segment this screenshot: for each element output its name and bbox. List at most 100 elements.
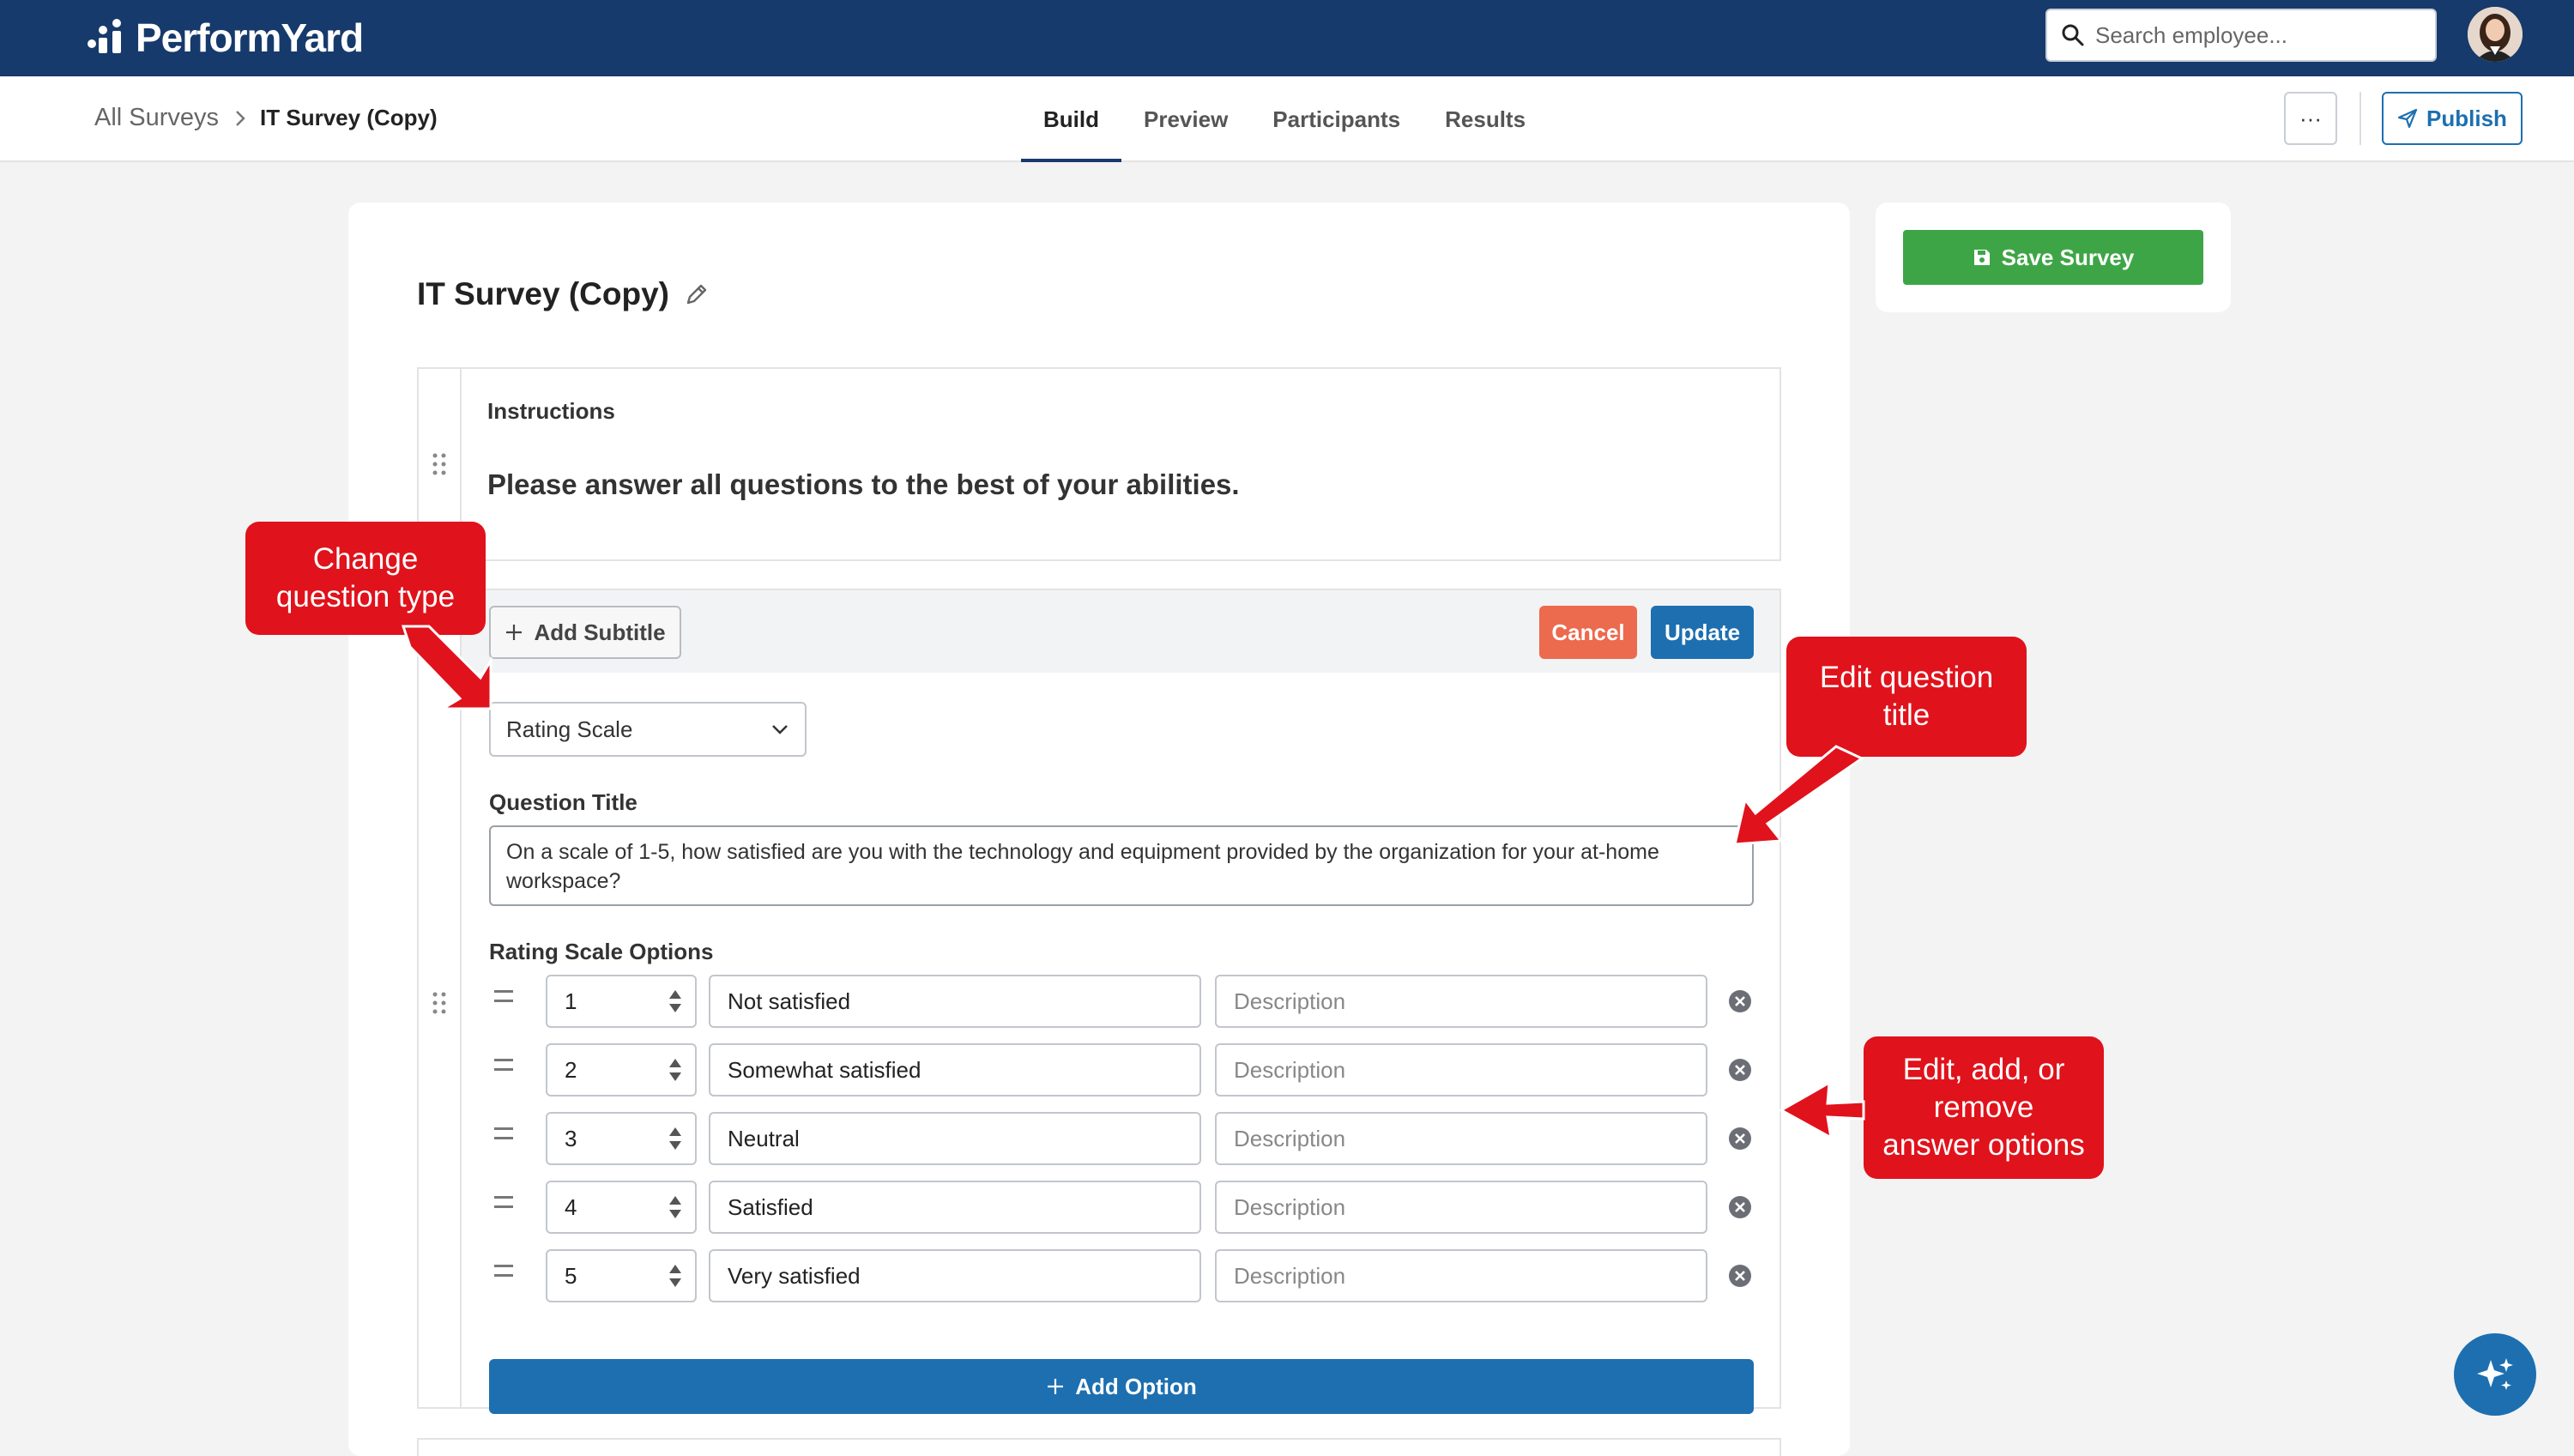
reorder-handle-icon[interactable]	[494, 990, 513, 1002]
chevron-right-icon	[236, 110, 245, 126]
reorder-handle-icon[interactable]	[494, 1059, 513, 1071]
add-subtitle-button[interactable]: Add Subtitle	[489, 606, 681, 659]
tab-build[interactable]: Build	[1021, 76, 1121, 162]
callout-edit-question-title: Edit question title	[1786, 637, 2027, 757]
list-item: 1 Not satisfied Description	[489, 975, 1754, 1028]
add-option-label: Add Option	[1075, 1373, 1197, 1399]
question-type-value: Rating Scale	[506, 716, 633, 742]
option-value-stepper[interactable]: 2	[546, 1043, 697, 1097]
list-item: 3 Neutral Description	[489, 1112, 1754, 1165]
spinner-arrows-icon[interactable]	[668, 988, 683, 1014]
tab-participants[interactable]: Participants	[1250, 76, 1423, 162]
callout-text: Edit question	[1819, 661, 1994, 694]
breadcrumb-all-surveys[interactable]: All Surveys	[94, 104, 219, 132]
option-label-input[interactable]: Not satisfied	[709, 975, 1201, 1028]
option-value-stepper[interactable]: 3	[546, 1112, 697, 1165]
spinner-arrows-icon[interactable]	[668, 1126, 683, 1151]
callout-text: answer options	[1882, 1128, 2085, 1162]
sparkles-icon	[2477, 1358, 2513, 1390]
question-type-select[interactable]: Rating Scale	[489, 702, 807, 757]
employee-search[interactable]	[2045, 9, 2437, 62]
ai-assistant-button[interactable]	[2454, 1333, 2536, 1416]
search-input[interactable]	[2095, 21, 2421, 49]
performyard-logo-icon	[88, 19, 121, 53]
app-name: PerformYard	[136, 15, 364, 60]
spinner-arrows-icon[interactable]	[668, 1263, 683, 1289]
top-navbar: PerformYard	[0, 0, 2574, 76]
instructions-text: Please answer all questions to the best …	[487, 468, 1240, 500]
add-option-button[interactable]: Add Option	[489, 1359, 1754, 1414]
option-value-stepper[interactable]: 1	[546, 975, 697, 1028]
save-survey-button[interactable]: Save Survey	[1903, 230, 2203, 285]
callout-change-question-type: Change question type	[245, 522, 486, 635]
user-avatar[interactable]	[2468, 7, 2523, 62]
cancel-button[interactable]: Cancel	[1539, 606, 1637, 659]
reorder-handle-icon[interactable]	[494, 1127, 513, 1139]
question-drag-column	[419, 590, 462, 1407]
tab-preview[interactable]: Preview	[1121, 76, 1250, 162]
question-title-input[interactable]: On a scale of 1-5, how satisfied are you…	[489, 825, 1754, 906]
save-survey-label: Save Survey	[2001, 244, 2135, 270]
instructions-label: Instructions	[487, 398, 615, 424]
option-description-input[interactable]: Description	[1215, 1181, 1707, 1234]
survey-title: IT Survey (Copy)	[417, 276, 710, 312]
breadcrumb: All Surveys IT Survey (Copy)	[94, 104, 438, 132]
option-value-stepper[interactable]: 5	[546, 1249, 697, 1302]
option-description-input[interactable]: Description	[1215, 1043, 1707, 1097]
drag-handle-icon[interactable]	[431, 990, 448, 1016]
callout-edit-answer-options: Edit, add, or remove answer options	[1864, 1036, 2104, 1179]
remove-option-icon[interactable]	[1728, 1058, 1752, 1082]
survey-title-text: IT Survey (Copy)	[417, 276, 669, 311]
tab-results[interactable]: Results	[1423, 76, 1548, 162]
more-options-button[interactable]: ···	[2284, 92, 2337, 145]
question-toolbar: Add Subtitle Cancel Update	[462, 590, 1779, 673]
more-horizontal-icon: ···	[2299, 105, 2322, 131]
callout-text: Edit, add, or	[1902, 1053, 2065, 1086]
option-description-input[interactable]: Description	[1215, 1249, 1707, 1302]
option-label-input[interactable]: Somewhat satisfied	[709, 1043, 1201, 1097]
callout-text: Change	[312, 542, 419, 576]
user-avatar-icon	[2468, 7, 2523, 62]
chevron-down-icon	[772, 725, 788, 734]
list-item: 5 Very satisfied Description	[489, 1249, 1754, 1302]
option-value: 4	[565, 1193, 577, 1220]
reorder-handle-icon[interactable]	[494, 1196, 513, 1208]
instructions-block[interactable]: Instructions Please answer all questions…	[417, 367, 1781, 561]
rating-scale-options-label: Rating Scale Options	[489, 939, 714, 964]
remove-option-icon[interactable]	[1728, 1127, 1752, 1151]
callout-text: title	[1882, 698, 1930, 732]
save-panel: Save Survey	[1876, 202, 2231, 312]
publish-button[interactable]: Publish	[2382, 92, 2523, 145]
option-description-input[interactable]: Description	[1215, 1112, 1707, 1165]
option-label-input[interactable]: Satisfied	[709, 1181, 1201, 1234]
option-label-input[interactable]: Neutral	[709, 1112, 1201, 1165]
survey-tabs: Build Preview Participants Results	[1021, 76, 1548, 162]
list-item: 4 Satisfied Description	[489, 1181, 1754, 1234]
remove-option-icon[interactable]	[1728, 989, 1752, 1013]
update-button[interactable]: Update	[1651, 606, 1754, 659]
floppy-disk-icon	[1973, 250, 1990, 265]
spinner-arrows-icon[interactable]	[668, 1057, 683, 1083]
app-logo[interactable]: PerformYard	[86, 12, 364, 63]
option-value: 3	[565, 1125, 577, 1151]
plus-icon	[506, 625, 523, 640]
breadcrumb-current: IT Survey (Copy)	[260, 105, 438, 130]
question-title-label: Question Title	[489, 789, 637, 815]
drag-handle-icon[interactable]	[431, 451, 448, 477]
spinner-arrows-icon[interactable]	[668, 1194, 683, 1220]
survey-builder-card: IT Survey (Copy) Instructions Please ans…	[348, 202, 1850, 1456]
reorder-handle-icon[interactable]	[494, 1265, 513, 1277]
survey-subnav: All Surveys IT Survey (Copy) Build Previ…	[0, 76, 2574, 162]
option-label-input[interactable]: Very satisfied	[709, 1249, 1201, 1302]
remove-option-icon[interactable]	[1728, 1264, 1752, 1288]
list-item: 2 Somewhat satisfied Description	[489, 1043, 1754, 1097]
header-divider	[2360, 92, 2361, 145]
option-value: 1	[565, 988, 577, 1014]
pencil-icon[interactable]	[683, 281, 710, 308]
remove-option-icon[interactable]	[1728, 1195, 1752, 1219]
option-value-stepper[interactable]: 4	[546, 1181, 697, 1234]
question-editor: Add Subtitle Cancel Update Rating Scale …	[417, 589, 1781, 1414]
next-question-block[interactable]	[417, 1438, 1781, 1456]
search-icon	[2062, 24, 2084, 46]
option-description-input[interactable]: Description	[1215, 975, 1707, 1028]
